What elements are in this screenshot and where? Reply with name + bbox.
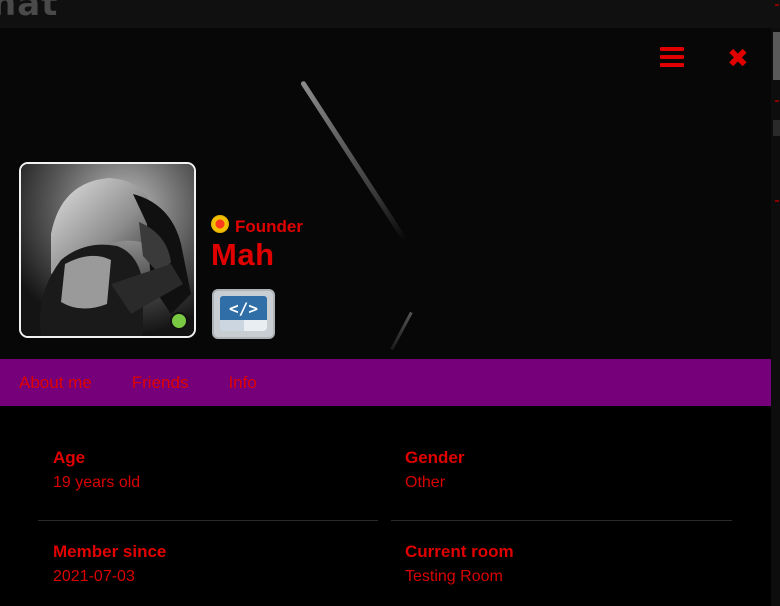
info-age: Age 19 years old: [53, 448, 393, 492]
background-page-edge: [771, 4, 780, 606]
close-icon[interactable]: ✖: [727, 44, 749, 74]
menu-icon[interactable]: [660, 47, 684, 69]
username: Mah: [211, 237, 275, 272]
info-gender: Gender Other: [405, 448, 745, 492]
tab-about-me[interactable]: About me: [19, 373, 92, 393]
tab-info[interactable]: Info: [228, 373, 256, 393]
avatar[interactable]: [19, 162, 196, 338]
info-label: Gender: [405, 448, 465, 467]
top-bar: hat: [0, 0, 780, 28]
rank-label: Founder: [235, 217, 303, 236]
developer-badge[interactable]: </>: [212, 289, 275, 339]
info-value: Testing Room: [405, 568, 503, 585]
info-value: Other: [405, 474, 446, 491]
founder-badge-icon: [211, 215, 229, 233]
info-value: 19 years old: [53, 474, 141, 491]
divider: [38, 520, 378, 521]
rank-row: Founder: [211, 215, 303, 238]
online-status-indicator: [170, 312, 188, 330]
divider: [391, 520, 732, 521]
info-label: Current room: [405, 542, 514, 561]
profile-tabs: About me Friends Info: [0, 359, 771, 406]
avatar-image: [21, 164, 194, 336]
app-title: hat: [0, 0, 59, 24]
cover-light-streak: [300, 80, 408, 243]
info-label: Age: [53, 448, 86, 467]
tab-friends[interactable]: Friends: [132, 373, 189, 393]
info-value: 2021-07-03: [53, 568, 135, 585]
info-current-room: Current room Testing Room: [405, 542, 745, 586]
cover-light-streak: [390, 311, 413, 351]
info-label: Member since: [53, 542, 167, 561]
code-icon: </>: [220, 296, 267, 331]
info-member-since: Member since 2021-07-03: [53, 542, 393, 586]
